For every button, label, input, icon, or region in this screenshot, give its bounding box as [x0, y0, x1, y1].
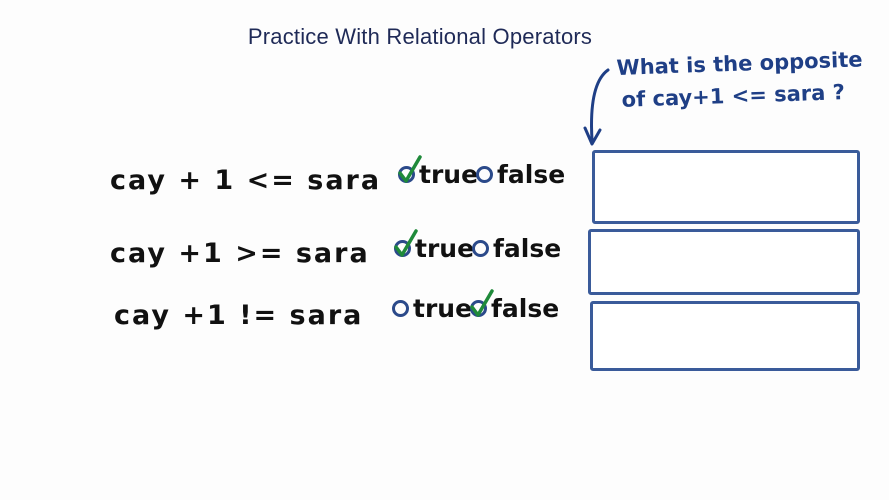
expression-3: cay +1 != sara — [114, 300, 364, 331]
option-false-1[interactable]: false — [476, 160, 565, 189]
option-true-label: true — [415, 234, 475, 263]
answer-box-3[interactable] — [590, 301, 860, 371]
option-false-2[interactable]: false — [472, 234, 561, 263]
expression-1: cay + 1 <= sara — [110, 165, 382, 196]
down-arrow-icon — [583, 68, 610, 146]
option-false-3[interactable]: false — [470, 289, 560, 323]
option-false-label: false — [497, 160, 566, 189]
radio-true-3[interactable] — [392, 300, 409, 317]
radio-true-2[interactable] — [394, 229, 418, 257]
answer-box-2[interactable] — [588, 229, 860, 295]
option-true-3[interactable]: true — [392, 294, 472, 323]
handwritten-note: What is the opposite of cay+1 <= sara ? — [616, 43, 888, 116]
option-false-label: false — [493, 234, 562, 263]
radio-false-1[interactable] — [476, 166, 493, 183]
answer-box-1[interactable] — [592, 150, 860, 224]
option-true-label: true — [413, 294, 473, 323]
page-title: Practice With Relational Operators — [247, 24, 593, 49]
checkmark-icon — [470, 289, 494, 317]
radio-false-3[interactable] — [470, 289, 494, 317]
option-true-2[interactable]: true — [394, 229, 475, 263]
checkmark-icon — [394, 229, 418, 257]
option-true-1[interactable]: true — [398, 155, 479, 189]
option-false-label: false — [491, 294, 560, 323]
radio-true-1[interactable] — [398, 155, 422, 183]
checkmark-icon — [398, 155, 422, 183]
option-true-label: true — [419, 160, 479, 189]
expression-2: cay +1 >= sara — [110, 238, 370, 269]
radio-false-2[interactable] — [472, 240, 489, 257]
